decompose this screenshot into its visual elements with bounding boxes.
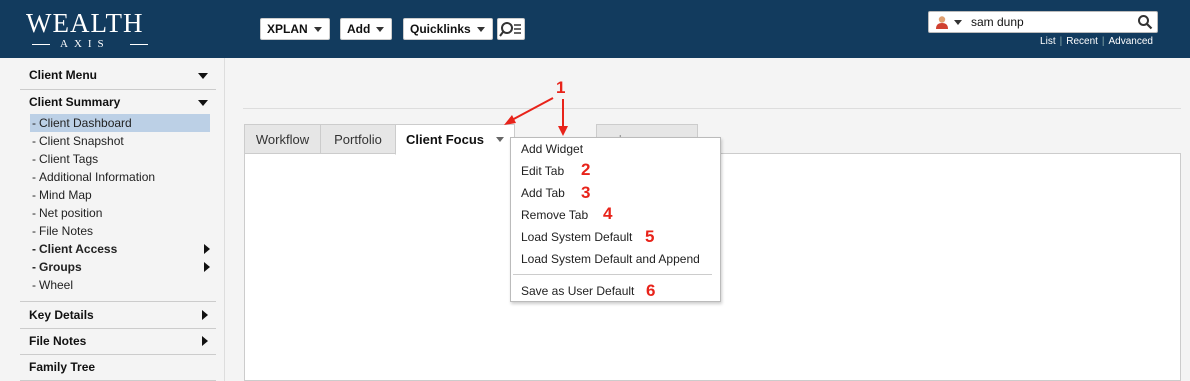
expand-arrow-icon <box>202 336 208 346</box>
client-sidebar: Client Menu Client Summary - Client Dash… <box>20 58 216 381</box>
client-summary-label: Client Summary <box>29 95 121 109</box>
top-header: WEALTH AXIS XPLAN Add Quicklinks sam dun… <box>0 0 1190 58</box>
menu-item-add-tab[interactable]: Add Tab <box>521 184 565 202</box>
logo-rule-right <box>130 44 148 45</box>
logo-sub-text: AXIS <box>60 38 110 50</box>
menu-item-edit-tab[interactable]: Edit Tab <box>521 162 564 180</box>
client-menu-label: Client Menu <box>29 68 97 82</box>
chevron-down-icon <box>476 26 485 32</box>
sidebar-item-client-dashboard[interactable]: - Client Dashboard <box>30 114 210 132</box>
search-link-advanced[interactable]: Advanced <box>1105 36 1157 47</box>
sidebar-item-label: File Notes <box>39 224 94 238</box>
search-links: List | Recent | Advanced <box>1036 36 1157 47</box>
file-notes-label: File Notes <box>29 334 87 348</box>
chevron-down-icon <box>313 26 322 32</box>
logo-rule-left <box>32 44 50 45</box>
sidebar-item-client-snapshot[interactable]: - Client Snapshot <box>30 132 210 150</box>
family-tree-header[interactable]: Family Tree <box>20 355 216 379</box>
client-summary-header[interactable]: Client Summary <box>20 90 216 114</box>
user-avatar-icon[interactable] <box>935 15 949 29</box>
menu-item-label: Add Tab <box>521 186 565 200</box>
key-details-header[interactable]: Key Details <box>20 303 216 327</box>
sidebar-item-label: Groups <box>39 260 82 274</box>
client-search-box[interactable]: sam dunp <box>928 11 1158 33</box>
annotation-number: 6 <box>646 281 656 300</box>
sidebar-item-groups[interactable]: - Groups <box>30 258 210 276</box>
sidebar-divider-line <box>224 58 225 381</box>
menu-item-label: Edit Tab <box>521 164 565 178</box>
wealth-axis-logo[interactable]: WEALTH AXIS <box>22 8 162 52</box>
sidebar-item-mind-map[interactable]: - Mind Map <box>30 186 210 204</box>
quicklinks-menu-button[interactable]: Quicklinks <box>403 18 493 40</box>
chevron-down-icon <box>376 26 385 32</box>
xplan-menu-button[interactable]: XPLAN <box>260 18 330 40</box>
search-link-list[interactable]: List <box>1036 36 1060 47</box>
quicklinks-menu-label: Quicklinks <box>410 22 471 36</box>
sidebar-item-wheel[interactable]: - Wheel <box>30 276 210 294</box>
content-top-rule <box>243 108 1181 109</box>
annotation-number: 5 <box>645 227 655 246</box>
chevron-down-icon[interactable] <box>954 20 962 25</box>
menu-item-label: Load System Default <box>521 230 633 244</box>
menu-item-load-system-default-append[interactable]: Load System Default and Append <box>521 250 700 268</box>
file-notes-header[interactable]: File Notes <box>20 329 216 353</box>
sidebar-item-label: Client Access <box>39 242 118 256</box>
search-icon[interactable] <box>1137 14 1153 30</box>
sidebar-item-client-access[interactable]: - Client Access <box>30 240 210 258</box>
sidebar-item-label: Wheel <box>39 278 74 292</box>
expand-arrow-icon <box>202 310 208 320</box>
collapse-icon <box>198 100 208 106</box>
sidebar-item-label: Client Dashboard <box>39 116 132 130</box>
tab-label: Workflow <box>255 131 310 147</box>
tab-options-chevron-icon[interactable] <box>496 137 504 142</box>
sidebar-divider <box>20 301 216 302</box>
sidebar-item-net-position[interactable]: - Net position <box>30 204 210 222</box>
client-menu-header[interactable]: Client Menu <box>20 63 216 87</box>
sidebar-item-label: Net position <box>39 206 103 220</box>
menu-item-label: Remove Tab <box>521 208 589 222</box>
menu-item-add-widget[interactable]: Add Widget <box>521 140 583 158</box>
search-list-icon <box>499 22 521 37</box>
tab-client-focus[interactable]: Client Focus <box>395 124 515 155</box>
logo-main-text: WEALTH <box>26 8 144 38</box>
search-input[interactable]: sam dunp <box>971 15 1024 29</box>
tab-label: Portfolio <box>334 131 382 147</box>
add-menu-label: Add <box>347 22 371 36</box>
sidebar-item-label: Additional Information <box>39 170 156 184</box>
annotation-number: 2 <box>581 160 591 179</box>
annotation-number: 4 <box>603 204 613 223</box>
tab-options-menu: Add Widget Edit Tab Add Tab Remove Tab L… <box>510 137 721 302</box>
search-list-button[interactable] <box>497 18 525 40</box>
menu-item-remove-tab[interactable]: Remove Tab <box>521 206 588 224</box>
menu-separator <box>513 274 712 275</box>
sidebar-item-label: Client Snapshot <box>39 134 124 148</box>
key-details-label: Key Details <box>29 308 94 322</box>
family-tree-label: Family Tree <box>29 360 96 374</box>
xplan-menu-label: XPLAN <box>267 22 308 36</box>
annotation-number: 1 <box>556 78 566 97</box>
expand-arrow-icon <box>204 244 210 254</box>
search-link-recent[interactable]: Recent <box>1062 36 1102 47</box>
tab-portfolio[interactable]: Portfolio <box>320 124 396 154</box>
sidebar-item-additional-information[interactable]: - Additional Information <box>30 168 210 186</box>
menu-item-label: Save as User Default <box>521 284 635 298</box>
menu-item-label: Add Widget <box>521 142 584 156</box>
menu-item-label: Load System Default and Append <box>521 252 700 266</box>
sidebar-item-label: Mind Map <box>39 188 92 202</box>
menu-item-save-as-user-default[interactable]: Save as User Default <box>521 282 634 300</box>
sidebar-item-file-notes[interactable]: - File Notes <box>30 222 210 240</box>
menu-item-load-system-default[interactable]: Load System Default <box>521 228 632 246</box>
tab-workflow[interactable]: Workflow <box>244 124 321 154</box>
add-menu-button[interactable]: Add <box>340 18 392 40</box>
annotation-number: 3 <box>581 183 591 202</box>
sidebar-item-label: Client Tags <box>39 152 99 166</box>
tab-label: Client Focus <box>405 132 484 147</box>
sidebar-item-client-tags[interactable]: - Client Tags <box>30 150 210 168</box>
expand-arrow-icon <box>204 262 210 272</box>
collapse-icon <box>198 73 208 79</box>
